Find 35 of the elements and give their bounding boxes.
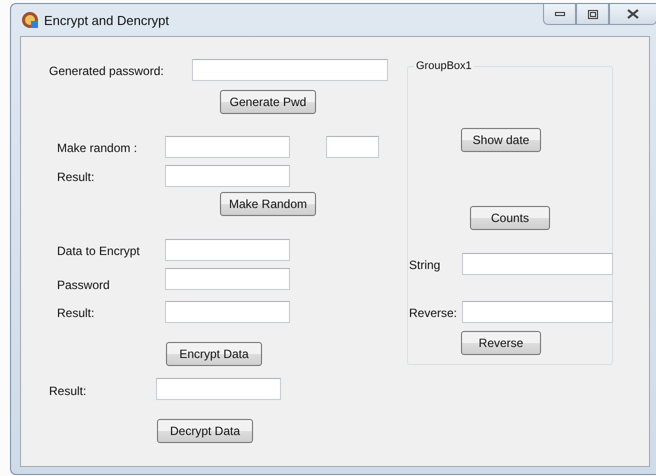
window-title: Encrypt and Dencrypt xyxy=(44,12,170,28)
text-field[interactable] xyxy=(165,301,290,323)
push-button[interactable]: Show date xyxy=(461,128,541,152)
push-button[interactable]: Generate Pwd xyxy=(220,90,316,114)
text-field[interactable] xyxy=(156,378,281,400)
text-field[interactable] xyxy=(165,165,290,187)
minimize-icon xyxy=(554,12,564,16)
push-button[interactable]: Decrypt Data xyxy=(157,419,253,443)
text-field[interactable] xyxy=(462,301,613,323)
minimize-button[interactable] xyxy=(543,4,576,25)
field-label: Data to Encrypt xyxy=(57,243,140,259)
field-label: Result: xyxy=(49,383,86,399)
text-field[interactable] xyxy=(326,136,379,158)
text-field[interactable] xyxy=(462,253,613,275)
push-button[interactable]: Make Random xyxy=(220,192,316,216)
text-field[interactable] xyxy=(165,268,290,290)
push-button[interactable]: Encrypt Data xyxy=(166,342,262,366)
field-label: Reverse: xyxy=(409,305,458,321)
maximize-button[interactable] xyxy=(576,4,609,25)
maximize-icon xyxy=(588,10,598,18)
app-icon xyxy=(21,11,39,29)
group-title: GroupBox1 xyxy=(414,59,474,73)
text-field[interactable] xyxy=(192,59,388,81)
text-field[interactable] xyxy=(165,136,290,158)
field-label: Result: xyxy=(57,169,94,185)
close-button[interactable] xyxy=(609,4,656,25)
text-field[interactable] xyxy=(165,239,290,261)
field-label: String xyxy=(409,257,440,273)
push-button[interactable]: Reverse xyxy=(461,331,541,355)
field-label: Password xyxy=(57,277,110,293)
field-label: Result: xyxy=(57,305,94,321)
push-button[interactable]: Counts xyxy=(470,206,550,230)
field-label: Make random : xyxy=(57,140,138,156)
close-icon xyxy=(627,9,639,19)
field-label: Generated password: xyxy=(49,63,164,79)
